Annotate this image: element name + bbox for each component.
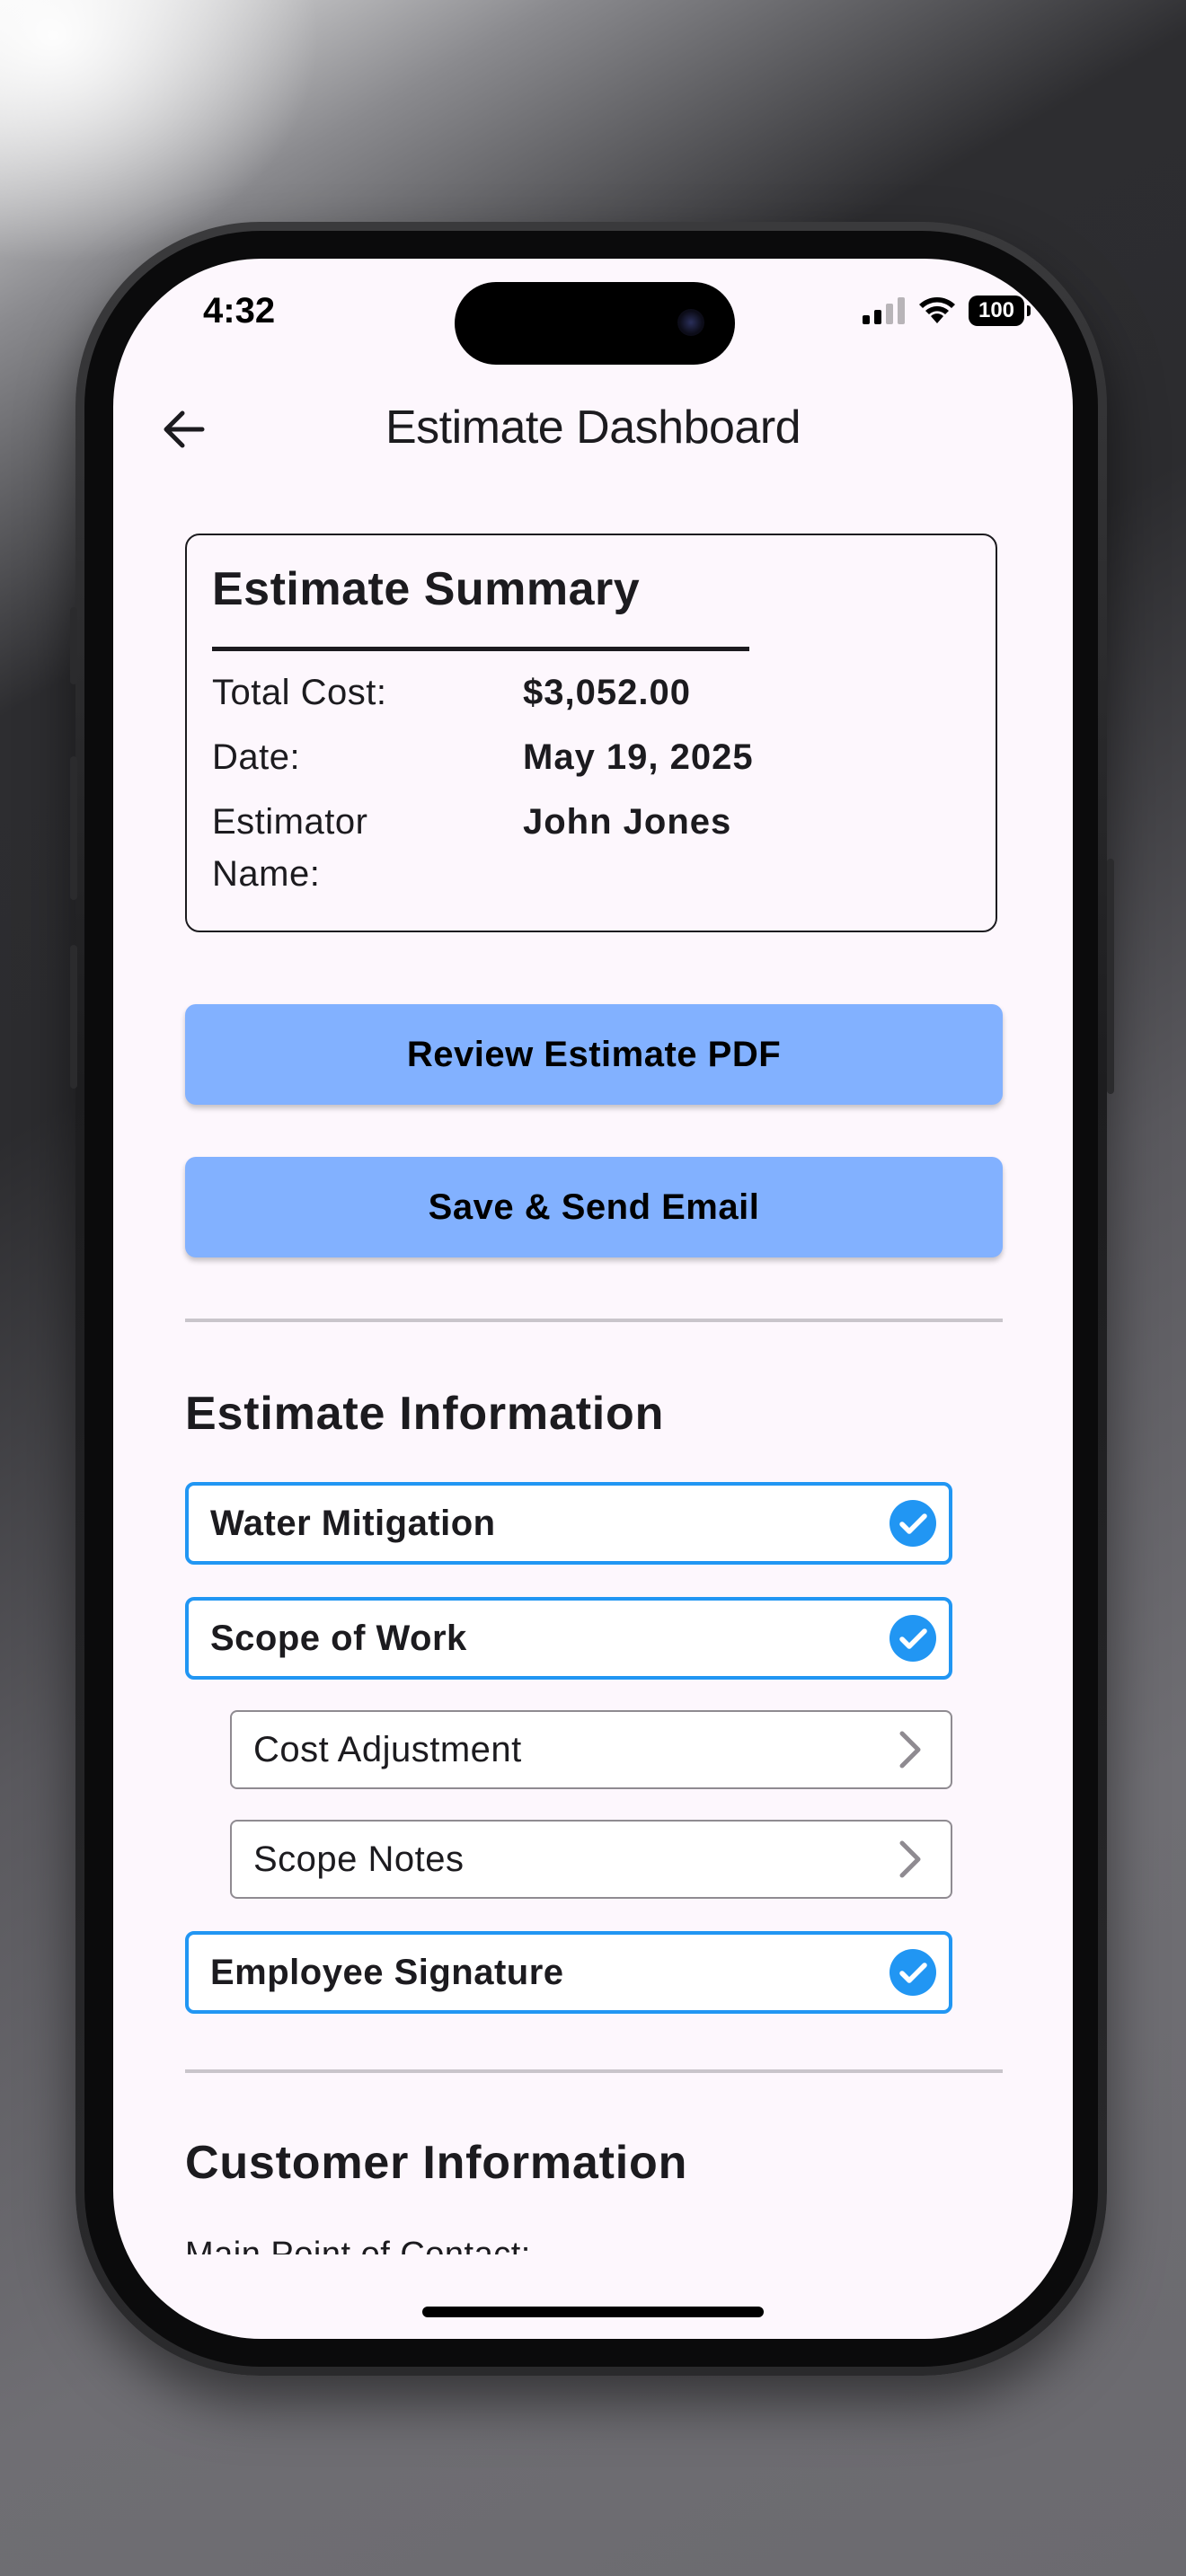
water-mitigation-label: Water Mitigation — [210, 1504, 496, 1543]
scope-of-work-item[interactable]: Scope of Work — [185, 1597, 952, 1680]
date-label: Date: — [212, 737, 301, 777]
total-cost-label: Total Cost: — [212, 673, 387, 712]
estimator-name-label: Estimator Name: — [212, 802, 368, 894]
cost-adjustment-label: Cost Adjustment — [253, 1730, 522, 1769]
estimate-information-heading: Estimate Information — [185, 1388, 665, 1440]
estimator-name-value: John Jones — [523, 802, 732, 842]
check-circle-icon — [890, 1500, 936, 1547]
water-mitigation-item[interactable]: Water Mitigation — [185, 1482, 952, 1565]
summary-underline — [212, 647, 749, 651]
home-indicator[interactable] — [422, 2307, 764, 2317]
review-estimate-pdf-button[interactable]: Review Estimate PDF — [185, 1004, 1003, 1105]
status-time: 4:32 — [203, 291, 276, 331]
section-divider — [185, 2069, 1003, 2073]
wifi-icon — [919, 297, 955, 323]
chevron-right-icon — [899, 1840, 921, 1878]
camera-icon — [677, 309, 704, 336]
total-cost-value: $3,052.00 — [523, 673, 691, 712]
scope-of-work-label: Scope of Work — [210, 1619, 467, 1658]
cost-adjustment-item[interactable]: Cost Adjustment — [230, 1710, 952, 1789]
dynamic-island — [455, 282, 735, 365]
power-button — [1107, 859, 1114, 1094]
save-send-email-button[interactable]: Save & Send Email — [185, 1157, 1003, 1257]
action-button — [70, 607, 77, 684]
estimate-summary-card: Estimate Summary Total Cost: $3,052.00 D… — [185, 534, 997, 932]
main-point-of-contact-label: Main Point of Contact: — [185, 2236, 531, 2254]
date-value: May 19, 2025 — [523, 737, 754, 777]
check-circle-icon — [890, 1949, 936, 1996]
check-circle-icon — [890, 1615, 936, 1662]
scope-notes-label: Scope Notes — [253, 1839, 465, 1879]
battery-icon: 100 — [969, 296, 1031, 326]
status-icons: 100 — [863, 293, 1031, 329]
employee-signature-label: Employee Signature — [210, 1953, 564, 1992]
cellular-signal-icon — [863, 297, 905, 324]
page-title: Estimate Dashboard — [385, 401, 801, 454]
scope-notes-item[interactable]: Scope Notes — [230, 1820, 952, 1899]
summary-title: Estimate Summary — [212, 563, 641, 615]
app-screen: 4:32 100 Estimate Dashboard Estimate Sum… — [113, 259, 1073, 2339]
volume-up-button — [70, 756, 77, 900]
volume-down-button — [70, 945, 77, 1089]
chevron-right-icon — [899, 1731, 921, 1769]
customer-information-heading: Customer Information — [185, 2137, 688, 2189]
section-divider — [185, 1319, 1003, 1322]
employee-signature-item[interactable]: Employee Signature — [185, 1931, 952, 2014]
